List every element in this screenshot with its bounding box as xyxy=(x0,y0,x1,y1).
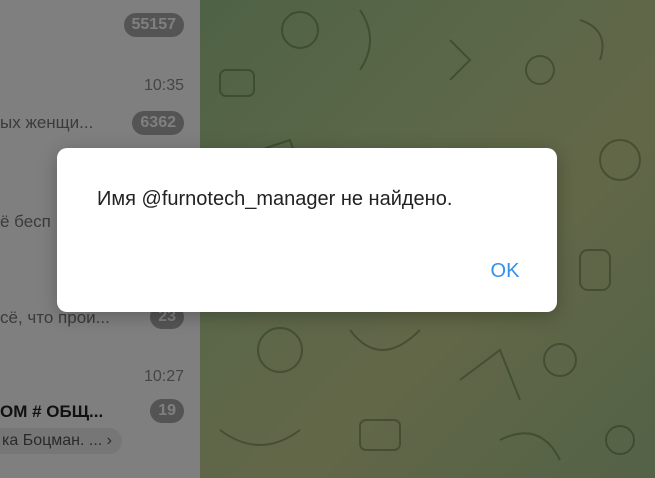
dialog-message: Имя @furnotech_manager не найдено. xyxy=(97,188,453,210)
ok-button[interactable]: OK xyxy=(481,256,529,286)
alert-dialog: Имя @furnotech_manager не найдено. OK xyxy=(57,148,557,312)
